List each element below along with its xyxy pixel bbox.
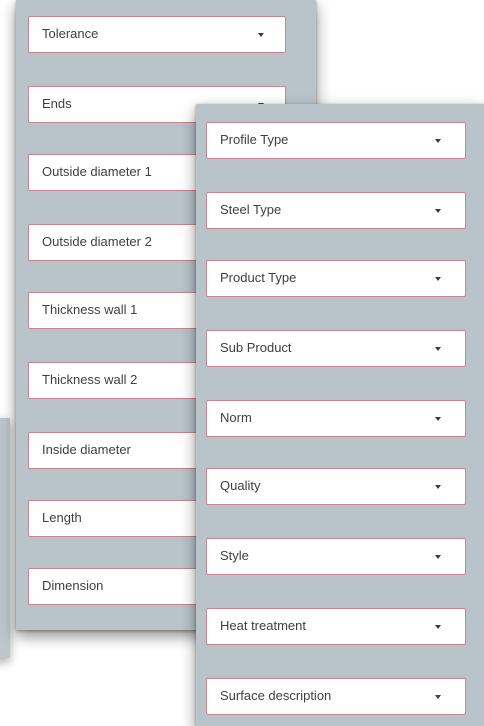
chevron-down-icon [435, 695, 441, 699]
product-type-dropdown[interactable]: Product Type [206, 260, 466, 297]
dropdown-label: Outside diameter 1 [42, 164, 152, 179]
dropdown-label: Inside diameter [42, 442, 131, 457]
dropdown-label: Dimension [42, 578, 104, 593]
dropdown-label: Length [42, 510, 82, 525]
dropdown-label: Thickness wall 2 [42, 372, 138, 387]
dropdown-label: Tolerance [42, 26, 99, 41]
quality-dropdown[interactable]: Quality [206, 468, 466, 505]
right-filter-panel: Profile Type Steel Type Product Type Sub… [196, 104, 484, 726]
dropdown-label: Norm [220, 410, 252, 425]
dropdown-label: Style [220, 548, 249, 563]
chevron-down-icon [435, 277, 441, 281]
profile-type-dropdown[interactable]: Profile Type [206, 122, 466, 159]
chevron-down-icon [435, 625, 441, 629]
norm-dropdown[interactable]: Norm [206, 400, 466, 437]
steel-type-dropdown[interactable]: Steel Type [206, 192, 466, 229]
surface-description-dropdown[interactable]: Surface description [206, 678, 466, 715]
dropdown-label: Surface description [220, 688, 332, 703]
dropdown-label: Quality [220, 478, 261, 493]
dropdown-label: Product Type [220, 270, 297, 285]
chevron-down-icon [435, 347, 441, 351]
chevron-down-icon [435, 485, 441, 489]
heat-treatment-dropdown[interactable]: Heat treatment [206, 608, 466, 645]
chevron-down-icon [258, 33, 264, 37]
chevron-down-icon [435, 139, 441, 143]
dropdown-label: Outside diameter 2 [42, 234, 152, 249]
dropdown-label: Sub Product [220, 340, 292, 355]
dropdown-label: Thickness wall 1 [42, 302, 138, 317]
dropdown-label: Steel Type [220, 202, 282, 217]
style-dropdown[interactable]: Style [206, 538, 466, 575]
dropdown-label: Profile Type [220, 132, 289, 147]
chevron-down-icon [435, 209, 441, 213]
chevron-down-icon [435, 417, 441, 421]
sub-product-dropdown[interactable]: Sub Product [206, 330, 466, 367]
chevron-down-icon [435, 555, 441, 559]
dropdown-label: Ends [42, 96, 72, 111]
tolerance-dropdown[interactable]: Tolerance [28, 16, 286, 53]
background-panel-edge [0, 418, 10, 658]
dropdown-label: Heat treatment [220, 618, 306, 633]
